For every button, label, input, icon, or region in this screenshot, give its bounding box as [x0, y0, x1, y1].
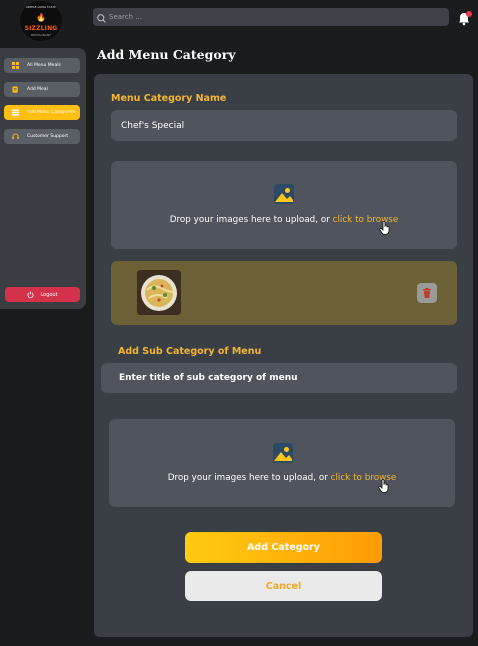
sub-category-input[interactable]: Enter title of sub category of menu [101, 363, 457, 393]
search-icon [97, 8, 106, 27]
sub-category-label: Add Sub Category of Menu [118, 346, 262, 357]
sidebar-item-all-menu-meals[interactable]: All Menu Meals [4, 58, 80, 73]
sidebar-item-customer-support[interactable]: Customer Support [4, 129, 80, 144]
image-icon [273, 183, 295, 205]
brand-logo: SIMPLE LONG TASTE 🔥 SIZZLING RESTAURANT [20, 1, 62, 41]
headset-icon [12, 133, 19, 140]
brand-name: SIZZLING [24, 25, 58, 32]
search-bar [93, 8, 449, 26]
delete-image-button[interactable] [417, 283, 437, 303]
brand-flame-icon: 🔥 [36, 13, 46, 22]
food-thumbnail [137, 270, 181, 315]
sidebar: All Menu Meals Add Meal Add Menu Categor… [0, 48, 86, 309]
add-meal-icon [12, 86, 19, 93]
image-icon [272, 442, 294, 464]
grid-icon [12, 62, 19, 69]
notification-badge [466, 11, 472, 17]
sidebar-item-label: All Menu Meals [27, 63, 61, 68]
sidebar-item-label: Add Meal [27, 87, 48, 92]
uploaded-image-preview [111, 261, 457, 325]
sidebar-item-add-menu-categories[interactable]: Add Menu Categories [4, 105, 80, 120]
dropzone-text: Drop your images here to upload, or clic… [167, 473, 397, 483]
image-dropzone[interactable]: Drop your images here to upload, or clic… [111, 161, 457, 249]
hand-cursor-icon [379, 220, 391, 235]
logout-button[interactable]: Logout [5, 287, 80, 302]
dropzone-text: Drop your images here to upload, or clic… [169, 215, 399, 225]
page-title: Add Menu Category [97, 47, 236, 62]
sidebar-item-label: Add Menu Categories [27, 110, 76, 115]
search-input[interactable] [109, 13, 429, 21]
sidebar-item-label: Customer Support [27, 134, 69, 139]
hand-cursor-icon [378, 478, 390, 493]
cancel-button[interactable]: Cancel [185, 571, 382, 601]
logout-label: Logout [40, 291, 58, 298]
power-icon [27, 291, 34, 299]
trash-icon [422, 284, 432, 303]
sub-image-dropzone[interactable]: Drop your images here to upload, or clic… [109, 419, 455, 507]
sidebar-item-add-meal[interactable]: Add Meal [4, 82, 80, 97]
list-icon [12, 109, 19, 116]
brand-tagline: SIMPLE LONG TASTE [25, 5, 57, 9]
add-category-button[interactable]: Add Category [185, 532, 382, 563]
brand-sub: RESTAURANT [31, 33, 51, 37]
category-name-field[interactable]: Chef's Special [111, 110, 457, 141]
category-name-label: Menu Category Name [111, 93, 227, 104]
